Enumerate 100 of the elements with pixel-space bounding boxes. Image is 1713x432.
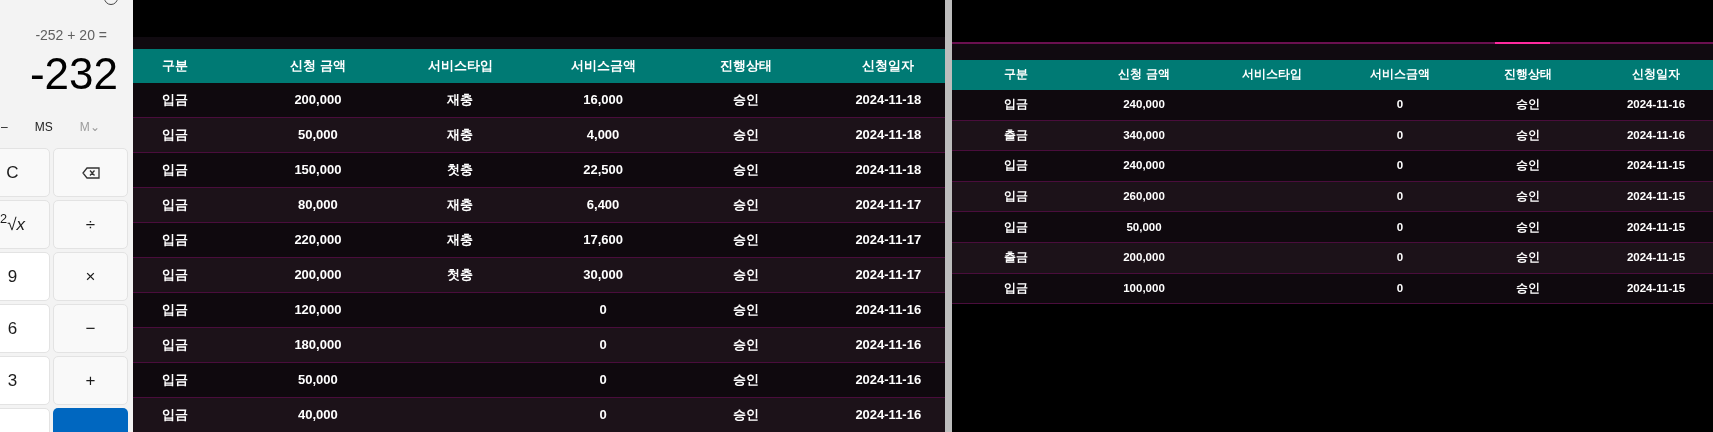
table-cell: 승인 xyxy=(732,267,759,283)
table-cell: 0 xyxy=(599,372,607,388)
active-tab-indicator xyxy=(1495,42,1550,44)
calculator-key[interactable]: − xyxy=(53,304,128,353)
table-cell: 입금 xyxy=(162,92,189,108)
calculator-display: -232 xyxy=(29,50,118,98)
table-cell: 2024-11-16 xyxy=(855,372,922,388)
table-cell: 승인 xyxy=(1516,159,1540,172)
table-cell: 입금 xyxy=(1004,159,1028,172)
expression-text: -252 + 20 = xyxy=(35,26,107,45)
table-cell: 2024-11-16 xyxy=(1626,98,1686,111)
table-cell: 입금 xyxy=(162,267,189,283)
table-cell: 40,000 xyxy=(298,407,338,423)
table-cell: 30,000 xyxy=(583,267,623,283)
column-header: 신청 금액 xyxy=(289,57,347,76)
table-cell: 입금 xyxy=(162,232,189,248)
table-cell: 출금 xyxy=(1004,128,1028,141)
backspace-button[interactable] xyxy=(53,148,128,197)
table-cell: 220,000 xyxy=(294,232,342,248)
table-cell: 입금 xyxy=(162,162,189,178)
column-header: 진행상태 xyxy=(718,57,773,76)
table-cell: 입금 xyxy=(162,372,189,388)
column-header: 서비스금액 xyxy=(1369,67,1431,83)
table-cell: 0 xyxy=(1396,220,1404,233)
table-cell: 승인 xyxy=(1516,220,1540,233)
table-cell: 2024-11-16 xyxy=(855,337,922,353)
table-cell: 22,500 xyxy=(583,162,623,178)
column-header: 신청 금액 xyxy=(1117,67,1171,83)
table-cell: 0 xyxy=(1396,128,1404,141)
table-cell: 승인 xyxy=(732,92,759,108)
table-cell: 0 xyxy=(1396,98,1404,111)
table-cell: 2024-11-18 xyxy=(855,127,922,143)
table-cell: 2024-11-15 xyxy=(1626,281,1686,294)
table-cell: 입금 xyxy=(1004,189,1028,202)
table-cell: 0 xyxy=(1396,281,1404,294)
table-cell: 첫충 xyxy=(447,162,474,178)
table-cell: 승인 xyxy=(1516,98,1540,111)
table-cell: 첫충 xyxy=(447,267,474,283)
table-cell: 0 xyxy=(1396,189,1404,202)
table-cell: 승인 xyxy=(1516,128,1540,141)
table-cell: 승인 xyxy=(732,372,759,388)
table-cell: 승인 xyxy=(732,127,759,143)
table-cell: 0 xyxy=(1396,251,1404,264)
table-cell: 2024-11-15 xyxy=(1626,189,1686,202)
table-cell: 입금 xyxy=(162,302,189,318)
table-cell: 150,000 xyxy=(294,162,342,178)
table-cell: 2024-11-16 xyxy=(855,302,922,318)
table-cell: 승인 xyxy=(732,337,759,353)
table-cell: 50,000 xyxy=(298,127,338,143)
column-header: 서비스금액 xyxy=(569,57,637,76)
table-cell: 2024-11-17 xyxy=(855,232,922,248)
table-cell: 0 xyxy=(599,302,607,318)
table-cell: 출금 xyxy=(1004,251,1028,264)
table-cell: 입금 xyxy=(1004,220,1028,233)
table-cell: 120,000 xyxy=(294,302,342,318)
table-cell: 입금 xyxy=(162,337,189,353)
table-cell: 승인 xyxy=(732,162,759,178)
table-cell: 180,000 xyxy=(294,337,342,353)
table-cell: 승인 xyxy=(732,407,759,423)
table-cell: 승인 xyxy=(732,197,759,213)
table-cell: 240,000 xyxy=(1123,159,1165,172)
memory-button[interactable]: MS xyxy=(34,118,53,136)
calculator-key[interactable]: $^{2}$√x xyxy=(0,200,50,249)
number-key[interactable]: 6 xyxy=(0,304,50,353)
column-header: 구분 xyxy=(1003,67,1029,83)
table-cell: 승인 xyxy=(732,302,759,318)
table-cell: 재충 xyxy=(447,232,474,248)
table-cell: 입금 xyxy=(162,407,189,423)
number-key[interactable]: 3 xyxy=(0,356,50,405)
table-cell: 200,000 xyxy=(294,92,342,108)
table-cell: 재충 xyxy=(447,197,474,213)
memory-button[interactable]: – xyxy=(1,118,8,136)
table-cell: 16,000 xyxy=(583,92,623,108)
column-header: 신청일자 xyxy=(861,57,916,76)
calculator-key[interactable]: ÷ xyxy=(53,200,128,249)
table-cell: 2024-11-17 xyxy=(855,197,922,213)
table-cell: 2024-11-18 xyxy=(855,92,922,108)
number-key[interactable]: 9 xyxy=(0,252,50,301)
backspace-icon xyxy=(81,166,100,179)
table-cell: 2024-11-17 xyxy=(855,267,922,283)
column-header: 서비스타입 xyxy=(427,57,494,76)
table-cell: 50,000 xyxy=(1126,220,1162,233)
table-cell: 0 xyxy=(1396,159,1404,172)
calculator-key[interactable]: + xyxy=(53,356,128,405)
calculator-key[interactable]: C xyxy=(0,148,50,197)
table-cell: 200,000 xyxy=(294,267,342,283)
column-header: 구분 xyxy=(161,57,190,76)
table-cell: 2024-11-16 xyxy=(855,407,922,423)
table-cell: 4,000 xyxy=(586,127,620,143)
table-cell: 50,000 xyxy=(298,372,338,388)
table-cell: 재충 xyxy=(447,92,474,108)
table-cell: 승인 xyxy=(732,232,759,248)
table-cell: 100,000 xyxy=(1123,281,1165,294)
table-cell: 2024-11-15 xyxy=(1626,159,1686,172)
table-cell: 승인 xyxy=(1516,189,1540,202)
calculator-key[interactable]: × xyxy=(53,252,128,301)
table-cell: 6,400 xyxy=(586,197,620,213)
column-header: 신청일자 xyxy=(1631,67,1681,83)
table-cell: 입금 xyxy=(1004,281,1028,294)
table-cell: 2024-11-15 xyxy=(1626,220,1686,233)
